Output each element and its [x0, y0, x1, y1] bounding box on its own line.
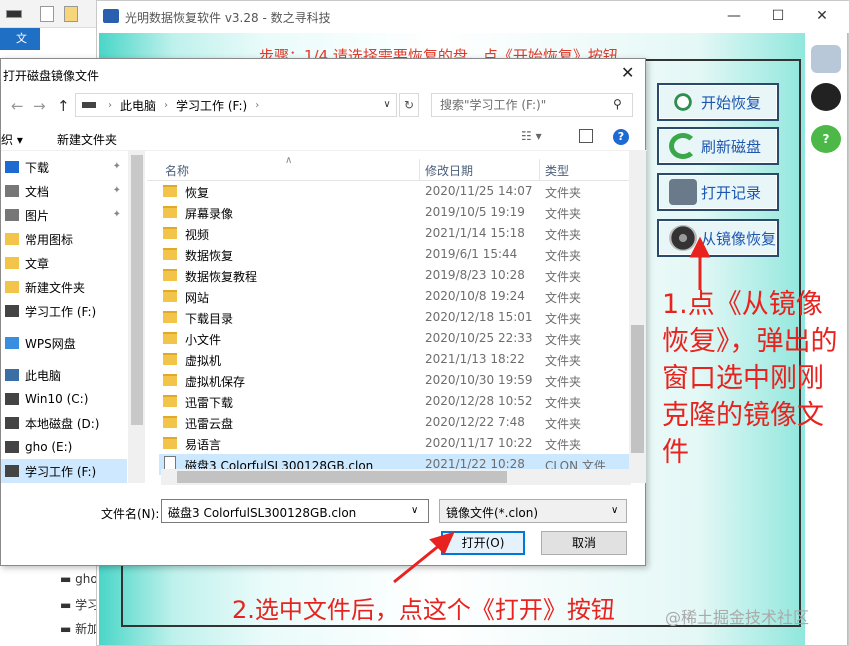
annotation-step1: 1.点《从镜像恢复》，弹出的窗口选中刚刚克隆的镜像文件 [662, 289, 838, 468]
annotation-step2: 2.选中文件后，点这个《打开》按钮 [232, 596, 615, 624]
arrowhead-up-icon [689, 236, 711, 258]
watermark: @稀土掘金技术社区 [665, 608, 810, 627]
